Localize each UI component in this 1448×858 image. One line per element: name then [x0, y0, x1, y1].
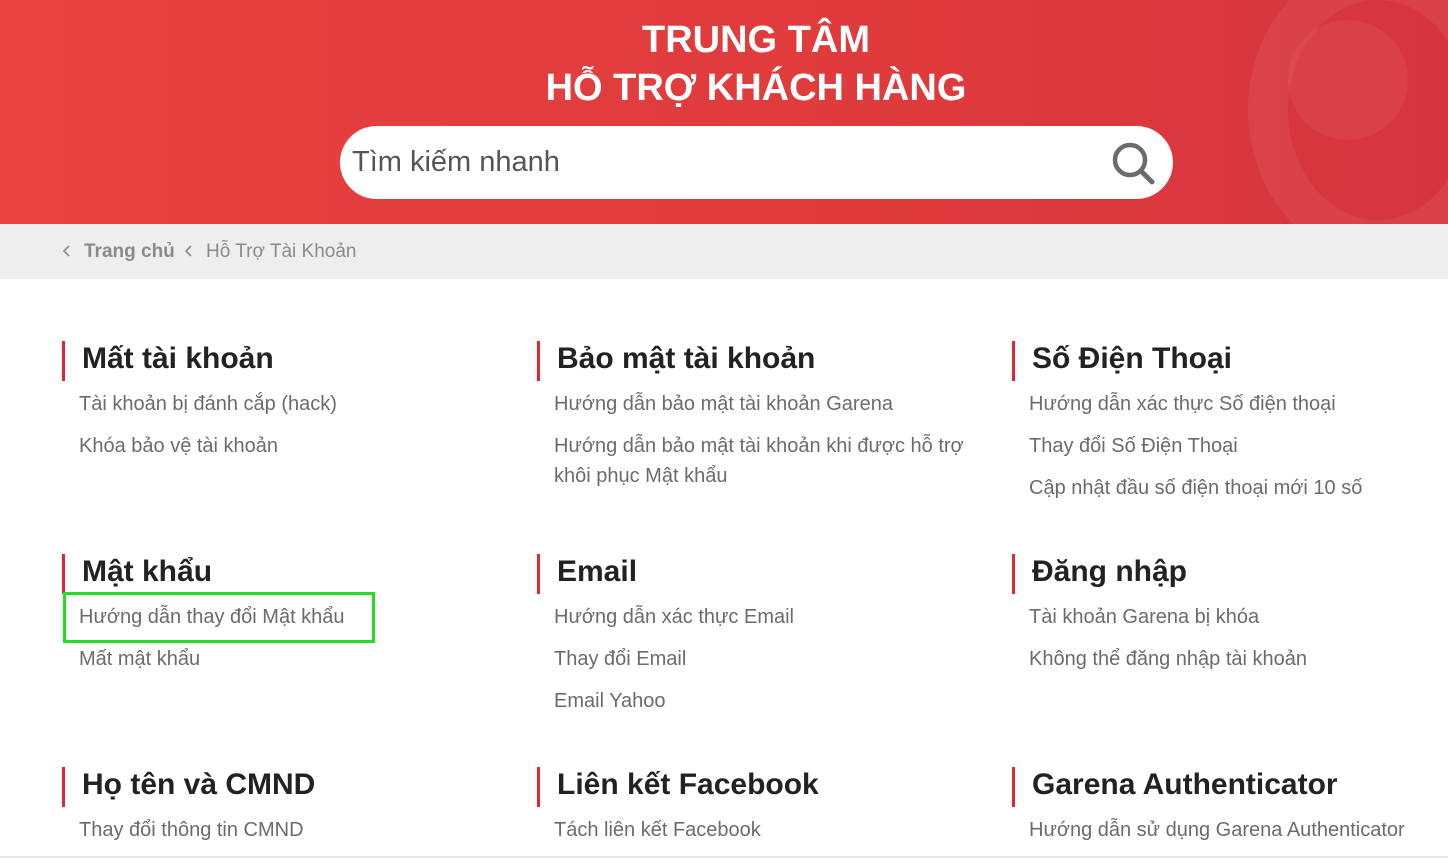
link-update-phone-prefix[interactable]: Cập nhật đầu số điện thoại mới 10 số	[1029, 473, 1448, 503]
link-change-password[interactable]: Hướng dẫn thay đổi Mật khẩu	[79, 602, 502, 632]
section-title: Mật khẩu	[62, 554, 502, 594]
section-title: Liên kết Facebook	[537, 767, 977, 807]
link-use-authenticator[interactable]: Hướng dẫn sử dụng Garena Authenticator	[1029, 815, 1432, 845]
link-email-yahoo[interactable]: Email Yahoo	[554, 686, 977, 716]
section-password: Mật khẩu Hướng dẫn thay đổi Mật khẩu Mất…	[62, 554, 502, 686]
section-title: Họ tên và CMND	[62, 767, 502, 807]
section-title: Garena Authenticator	[1012, 767, 1432, 807]
link-account-locked[interactable]: Tài khoản Garena bị khóa	[1029, 602, 1448, 632]
section-title: Đăng nhập	[1012, 554, 1448, 594]
chevron-left-icon	[62, 245, 70, 257]
search-icon[interactable]	[1110, 140, 1156, 186]
section-title: Bảo mật tài khoản	[537, 341, 977, 381]
link-verify-phone[interactable]: Hướng dẫn xác thực Số điện thoại	[1029, 389, 1448, 419]
link-change-id-info[interactable]: Thay đổi thông tin CMND	[79, 815, 502, 845]
search-box	[340, 126, 1173, 199]
section-login: Đăng nhập Tài khoản Garena bị khóa Không…	[1012, 554, 1448, 686]
search-input[interactable]	[352, 126, 1092, 199]
hero-banner: TRUNG TÂM HỖ TRỢ KHÁCH HÀNG	[0, 0, 1448, 224]
section-garena-authenticator: Garena Authenticator Hướng dẫn sử dụng G…	[1012, 767, 1432, 857]
link-lost-password[interactable]: Mất mật khẩu	[79, 644, 502, 674]
link-secure-garena-account[interactable]: Hướng dẫn bảo mật tài khoản Garena	[554, 389, 977, 419]
title-line-1: TRUNG TÂM	[642, 19, 870, 61]
title-line-2: HỖ TRỢ KHÁCH HÀNG	[545, 67, 967, 109]
section-lost-account: Mất tài khoản Tài khoản bị đánh cắp (hac…	[62, 341, 502, 473]
section-phone-number: Số Điện Thoại Hướng dẫn xác thực Số điện…	[1012, 341, 1448, 515]
page-title: TRUNG TÂM HỖ TRỢ KHÁCH HÀNG	[0, 16, 1448, 112]
link-lock-protection[interactable]: Khóa bảo vệ tài khoản	[79, 431, 502, 461]
section-account-security: Bảo mật tài khoản Hướng dẫn bảo mật tài …	[537, 341, 977, 503]
link-verify-email[interactable]: Hướng dẫn xác thực Email	[554, 602, 977, 632]
link-secure-after-recovery[interactable]: Hướng dẫn bảo mật tài khoản khi được hỗ …	[554, 431, 974, 491]
section-name-id: Họ tên và CMND Thay đổi thông tin CMND	[62, 767, 502, 857]
section-title: Mất tài khoản	[62, 341, 502, 381]
breadcrumb-home[interactable]: Trang chủ	[84, 224, 175, 279]
chevron-left-icon	[184, 245, 192, 257]
breadcrumb-current: Hỗ Trợ Tài Khoản	[206, 241, 357, 262]
section-email: Email Hướng dẫn xác thực Email Thay đổi …	[537, 554, 977, 728]
breadcrumb: Trang chủ Hỗ Trợ Tài Khoản	[0, 224, 1448, 279]
link-unlink-facebook[interactable]: Tách liên kết Facebook	[554, 815, 977, 845]
section-title: Số Điện Thoại	[1012, 341, 1448, 381]
link-change-phone[interactable]: Thay đổi Số Điện Thoại	[1029, 431, 1448, 461]
link-cannot-login[interactable]: Không thể đăng nhập tài khoản	[1029, 644, 1448, 674]
section-facebook-link: Liên kết Facebook Tách liên kết Facebook	[537, 767, 977, 857]
link-hacked-account[interactable]: Tài khoản bị đánh cắp (hack)	[79, 389, 502, 419]
link-change-email[interactable]: Thay đổi Email	[554, 644, 977, 674]
section-title: Email	[537, 554, 977, 594]
